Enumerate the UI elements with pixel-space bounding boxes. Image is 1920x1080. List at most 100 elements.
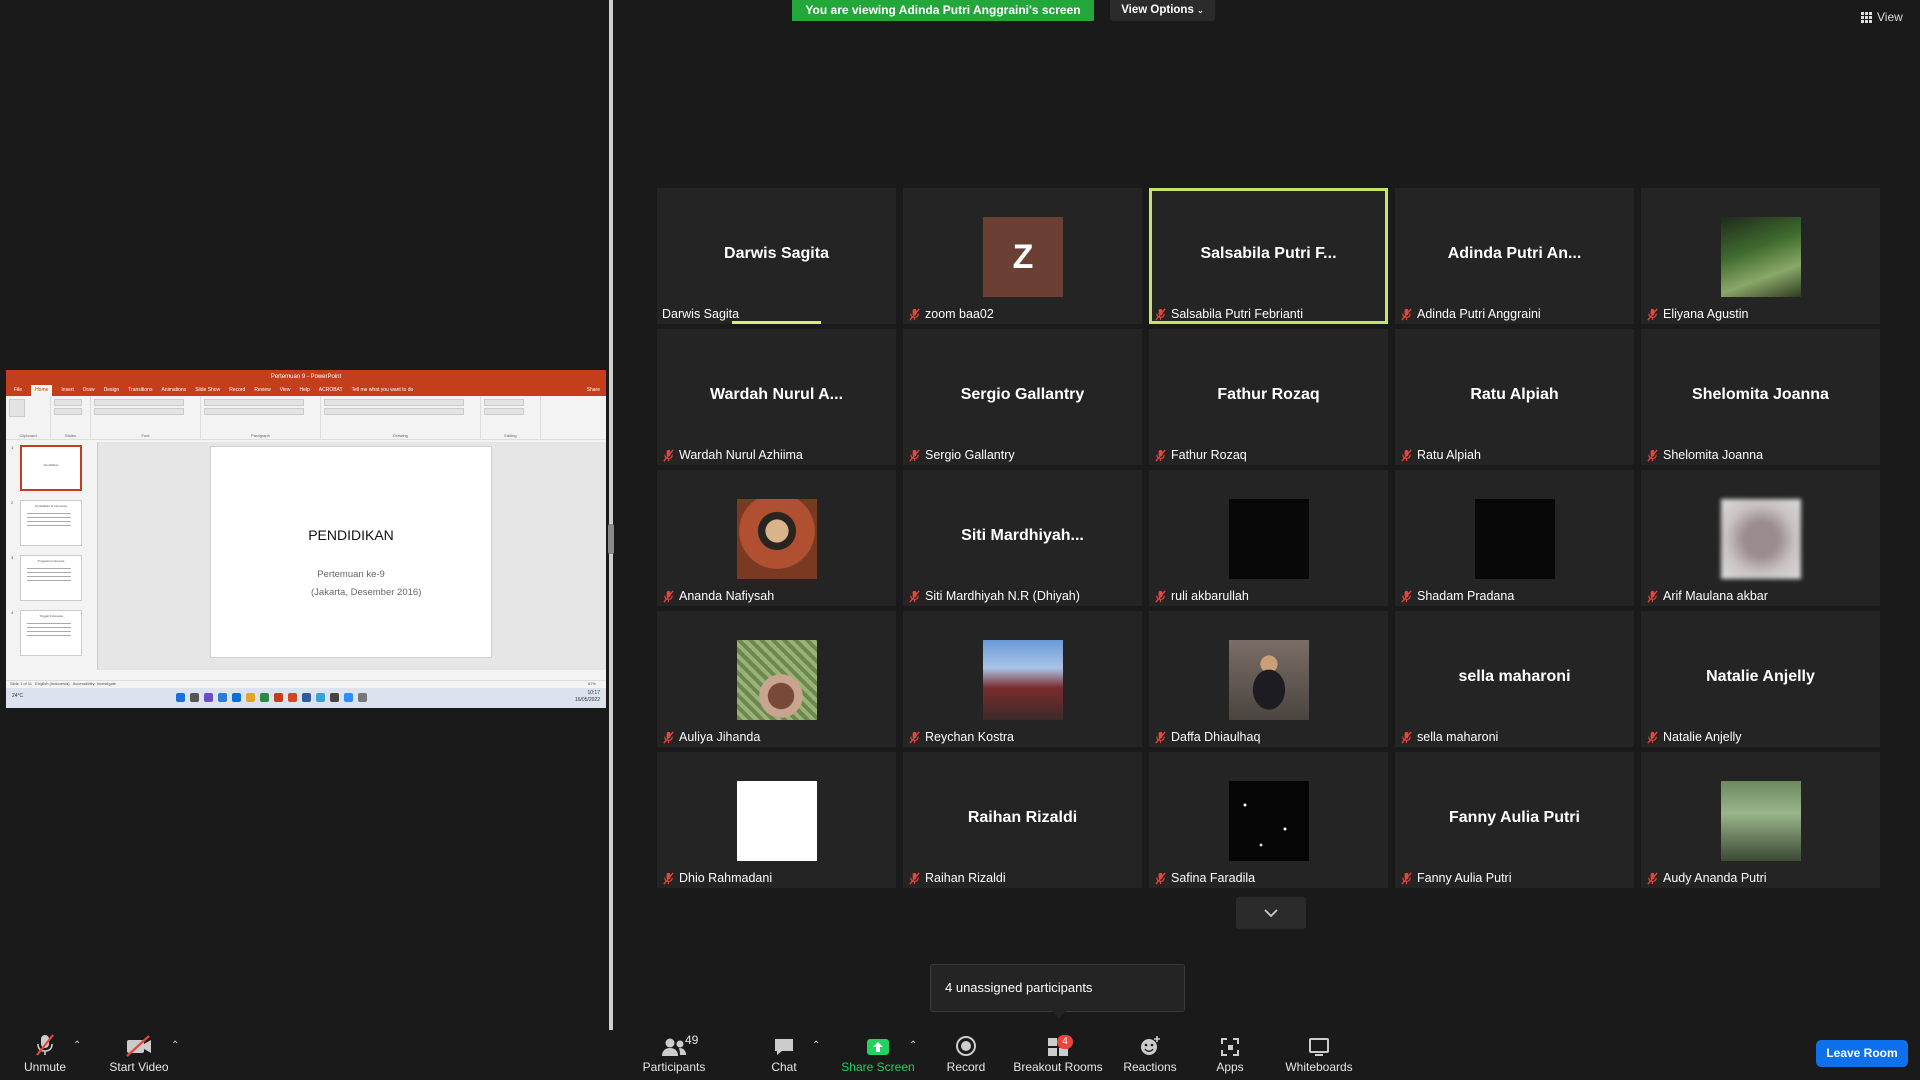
view-layout-button[interactable]: View — [1861, 10, 1903, 24]
ppt-tab[interactable]: Record — [229, 385, 245, 396]
ppt-tab[interactable]: Design — [104, 385, 120, 396]
reactions-button[interactable]: Reactions — [1123, 1030, 1177, 1080]
gallery-next-page-button[interactable] — [1236, 897, 1306, 929]
participant-name-label: Audy Ananda Putri — [1646, 871, 1767, 885]
participant-tile[interactable]: Darwis Sagita Darwis Sagita — [657, 188, 896, 324]
participant-tile[interactable]: Wardah Nurul A... Wardah Nurul Azhiima — [657, 329, 896, 465]
participant-tile[interactable]: Zzoom baa02 — [903, 188, 1142, 324]
participant-tile[interactable]: Reychan Kostra — [903, 611, 1142, 747]
video-options-caret-icon[interactable]: ⌃ — [171, 1040, 179, 1051]
microphone-muted-icon — [1401, 731, 1412, 743]
participant-tile[interactable]: Eliyana Agustin — [1641, 188, 1880, 324]
ppt-tab[interactable]: File — [14, 385, 22, 396]
whiteboard-icon — [1309, 1038, 1329, 1056]
participant-name-label: Darwis Sagita — [662, 307, 740, 321]
participant-tile[interactable]: Ratu Alpiah Ratu Alpiah — [1395, 329, 1634, 465]
microphone-muted-icon — [663, 731, 674, 743]
avatar — [1229, 781, 1309, 861]
ppt-tab[interactable]: Slide Show — [195, 385, 220, 396]
panel-splitter[interactable] — [609, 0, 613, 1030]
ppt-tab[interactable]: View — [280, 385, 291, 396]
participant-name-label: Eliyana Agustin — [1646, 307, 1748, 321]
ppt-tab[interactable]: Help — [299, 385, 309, 396]
ppt-tab[interactable]: ACROBAT — [319, 385, 343, 396]
participant-name-label: Wardah Nurul Azhiima — [662, 448, 803, 462]
zoom-meeting-window: Pertemuan 9 - PowerPoint File Home Insert D… — [0, 0, 1920, 1080]
participant-tile[interactable]: Arif Maulana akbar — [1641, 470, 1880, 606]
start-video-button[interactable]: Start Video — [107, 1030, 171, 1080]
unmute-button[interactable]: Unmute — [22, 1030, 68, 1080]
ppt-tab[interactable]: Home — [31, 385, 53, 396]
participant-name-label: Auliya Jihanda — [662, 730, 760, 744]
participant-tile[interactable]: sella maharoni sella maharoni — [1395, 611, 1634, 747]
share-screen-button[interactable]: Share Screen — [840, 1030, 916, 1080]
participant-tile[interactable]: Sergio Gallantry Sergio Gallantry — [903, 329, 1142, 465]
participant-tile[interactable]: Dhio Rahmadani — [657, 752, 896, 888]
participant-tile[interactable]: Raihan Rizaldi Raihan Rizaldi — [903, 752, 1142, 888]
participant-tile[interactable]: Safina Faradila — [1149, 752, 1388, 888]
participant-tile[interactable]: Siti Mardhiyah... Siti Mardhiyah N.R (Dhi… — [903, 470, 1142, 606]
participant-tile[interactable]: Auliya Jihanda — [657, 611, 896, 747]
breakout-rooms-button[interactable]: Breakout Rooms 4 — [1012, 1030, 1104, 1080]
slide-thumbnail[interactable]: Pendidikan di Indonesia — [20, 500, 82, 546]
participants-button[interactable]: Participants 49 — [641, 1030, 707, 1080]
ppt-tell-me[interactable]: Tell me what you want to do — [352, 385, 414, 396]
participant-tile[interactable]: Ananda Nafiysah — [657, 470, 896, 606]
apps-button[interactable]: Apps — [1210, 1030, 1250, 1080]
participant-name-label: Natalie Anjelly — [1646, 730, 1742, 744]
avatar — [983, 640, 1063, 720]
slide-thumbnail[interactable]: Tinggal Indonesia — [20, 610, 82, 656]
video-off-icon — [126, 1035, 151, 1057]
ppt-tab[interactable]: Insert — [61, 385, 74, 396]
ppt-group-slides: Slides — [51, 396, 91, 439]
participant-tile[interactable]: Salsabila Putri F... Salsabila Putri Febr… — [1149, 188, 1388, 324]
slide-thumbnail[interactable]: Tinggalan Indonesia — [20, 555, 82, 601]
avatar — [737, 781, 817, 861]
ppt-tab[interactable]: Animations — [161, 385, 186, 396]
participant-display-name: Darwis Sagita — [724, 245, 829, 262]
microphone-muted-icon — [1647, 731, 1658, 743]
ppt-share-button[interactable]: Share — [587, 385, 600, 396]
participant-tile[interactable]: Audy Ananda Putri — [1641, 752, 1880, 888]
participant-name-label: Sergio Gallantry — [908, 448, 1015, 462]
splitter-handle[interactable] — [608, 524, 614, 554]
avatar — [737, 640, 817, 720]
unassigned-participants-tooltip[interactable]: 4 unassigned participants — [930, 964, 1185, 1012]
participants-count: 49 — [685, 1033, 699, 1047]
chat-button[interactable]: Chat — [763, 1030, 805, 1080]
record-button[interactable]: Record — [942, 1030, 990, 1080]
chevron-down-icon — [1264, 909, 1278, 917]
participant-tile[interactable]: Daffa Dhiaulhaq — [1149, 611, 1388, 747]
audio-options-caret-icon[interactable]: ⌃ — [73, 1040, 81, 1051]
ppt-tab[interactable]: Draw — [83, 385, 95, 396]
participant-tile[interactable]: Natalie Anjelly Natalie Anjelly — [1641, 611, 1880, 747]
participant-name-label: Daffa Dhiaulhaq — [1154, 730, 1260, 744]
participant-tile[interactable]: Shelomita Joanna Shelomita Joanna — [1641, 329, 1880, 465]
participant-tile[interactable]: Fathur Rozaq Fathur Rozaq — [1149, 329, 1388, 465]
chevron-down-icon: ⌄ — [1197, 6, 1204, 15]
share-options-caret-icon[interactable]: ⌃ — [909, 1040, 917, 1051]
participant-tile[interactable]: ruli akbarullah — [1149, 470, 1388, 606]
participant-name-label: Arif Maulana akbar — [1646, 589, 1768, 603]
meeting-toolbar: Unmute ⌃ Start Video ⌃ Participants 49 C… — [0, 1030, 1920, 1080]
participant-display-name: sella maharoni — [1458, 668, 1571, 685]
microphone-muted-icon — [1155, 590, 1166, 602]
participant-tile[interactable]: Adinda Putri An... Adinda Putri Anggraini — [1395, 188, 1634, 324]
participant-tile[interactable]: Shadam Pradana — [1395, 470, 1634, 606]
participant-display-name: Salsabila Putri F... — [1200, 245, 1337, 262]
slide-subtitle-1: Pertemuan ke-9 — [317, 569, 385, 580]
chat-options-caret-icon[interactable]: ⌃ — [812, 1040, 820, 1051]
view-options-button[interactable]: View Options ⌄ — [1110, 0, 1215, 21]
avatar — [1475, 499, 1555, 579]
ppt-tab[interactable]: Transitions — [128, 385, 152, 396]
slide-thumbnail[interactable]: Pendidikan — [20, 445, 82, 491]
avatar — [737, 499, 817, 579]
ppt-group-clipboard: Clipboard — [6, 396, 51, 439]
reactions-icon — [1141, 1036, 1160, 1055]
shared-powerpoint-window: Pertemuan 9 - PowerPoint File Home Insert D… — [6, 370, 606, 708]
microphone-muted-icon — [1155, 308, 1166, 320]
ppt-tab[interactable]: Review — [254, 385, 270, 396]
participant-tile[interactable]: Fanny Aulia Putri Fanny Aulia Putri — [1395, 752, 1634, 888]
leave-room-button[interactable]: Leave Room — [1816, 1040, 1908, 1067]
whiteboards-button[interactable]: Whiteboards — [1284, 1030, 1354, 1080]
